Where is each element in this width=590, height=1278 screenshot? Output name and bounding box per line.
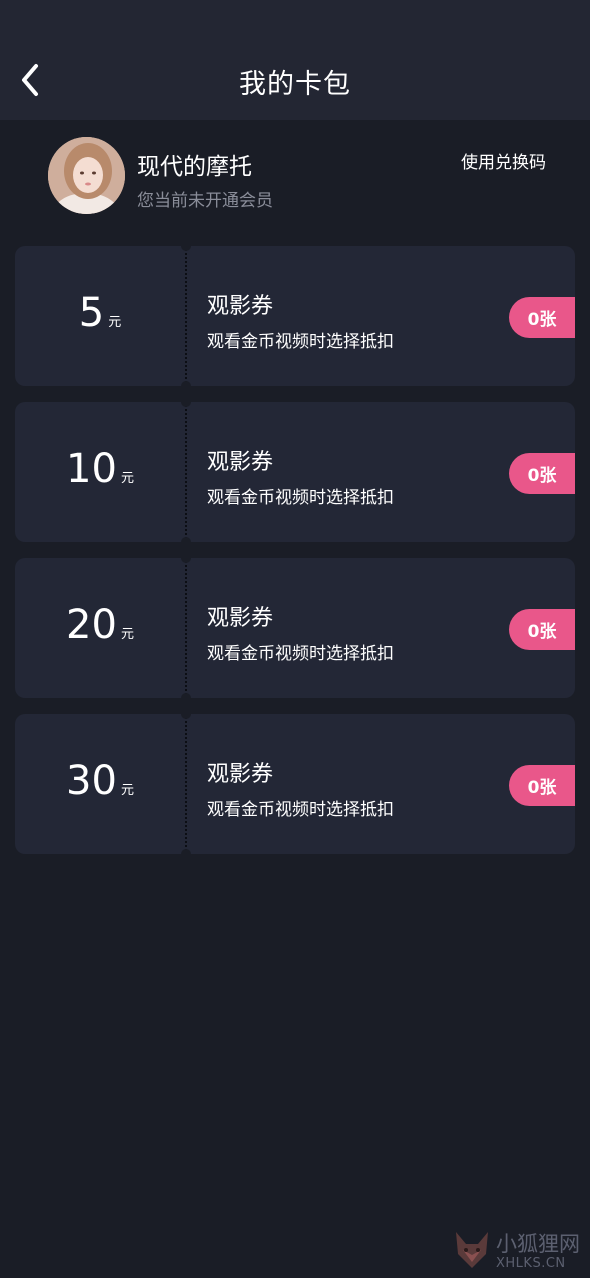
coupon-notch <box>181 693 191 698</box>
coupon-notch <box>181 402 191 407</box>
redeem-code-link[interactable]: 使用兑换码 <box>461 148 546 173</box>
membership-status: 您当前未开通会员 <box>137 191 273 211</box>
coupon-value: 5 元 <box>15 246 185 386</box>
coupon-amount: 10 <box>66 446 117 492</box>
coupon-description: 观看金币视频时选择抵扣 <box>207 644 394 664</box>
coupon-card[interactable]: 10 元 观影券 观看金币视频时选择抵扣 0张 <box>15 402 575 542</box>
coupon-divider <box>185 402 187 542</box>
avatar[interactable] <box>48 137 125 214</box>
watermark-subtext: XHLKS.CN <box>496 1256 566 1271</box>
coupon-amount: 5 <box>78 290 105 336</box>
coupon-amount: 30 <box>66 758 117 804</box>
fox-logo-icon <box>456 1232 488 1268</box>
coupon-title: 观影券 <box>207 450 274 475</box>
coupon-value: 30 元 <box>15 714 185 854</box>
coupon-amount: 20 <box>66 602 117 648</box>
profile-section: 现代的摩托 您当前未开通会员 使用兑换码 <box>0 120 590 240</box>
coupon-divider <box>185 558 187 698</box>
coupon-notch <box>181 558 191 563</box>
coupon-count-badge: 0张 <box>509 297 575 338</box>
coupon-description: 观看金币视频时选择抵扣 <box>207 488 394 508</box>
coupon-description: 观看金币视频时选择抵扣 <box>207 332 394 352</box>
watermark: 小狐狸网 XHLKS.CN <box>452 1226 590 1278</box>
coupon-title: 观影券 <box>207 606 274 631</box>
coupon-notch <box>181 246 191 251</box>
coupon-card[interactable]: 5 元 观影券 观看金币视频时选择抵扣 0张 <box>15 246 575 386</box>
coupon-unit: 元 <box>120 783 134 798</box>
coupon-count-badge: 0张 <box>509 453 575 494</box>
coupon-divider <box>185 714 187 854</box>
page-title: 我的卡包 <box>239 69 351 100</box>
coupon-notch <box>181 537 191 542</box>
top-nav-bar: 我的卡包 <box>0 0 590 120</box>
watermark-text: 小狐狸网 <box>496 1232 580 1256</box>
coupon-title: 观影券 <box>207 762 274 787</box>
coupon-unit: 元 <box>108 315 122 330</box>
coupon-card[interactable]: 20 元 观影券 观看金币视频时选择抵扣 0张 <box>15 558 575 698</box>
coupon-card[interactable]: 30 元 观影券 观看金币视频时选择抵扣 0张 <box>15 714 575 854</box>
coupon-unit: 元 <box>120 471 134 486</box>
coupon-count-badge: 0张 <box>509 609 575 650</box>
coupon-description: 观看金币视频时选择抵扣 <box>207 800 394 820</box>
coupon-value: 10 元 <box>15 402 185 542</box>
username: 现代的摩托 <box>137 154 252 180</box>
coupon-count-badge: 0张 <box>509 765 575 806</box>
coupon-notch <box>181 381 191 386</box>
coupon-value: 20 元 <box>15 558 185 698</box>
coupon-divider <box>185 246 187 386</box>
coupon-unit: 元 <box>120 627 134 642</box>
coupon-list: 5 元 观影券 观看金币视频时选择抵扣 0张 10 元 观影券 观看金币视频时选… <box>15 246 575 870</box>
coupon-title: 观影券 <box>207 294 274 319</box>
coupon-notch <box>181 714 191 719</box>
coupon-notch <box>181 849 191 854</box>
